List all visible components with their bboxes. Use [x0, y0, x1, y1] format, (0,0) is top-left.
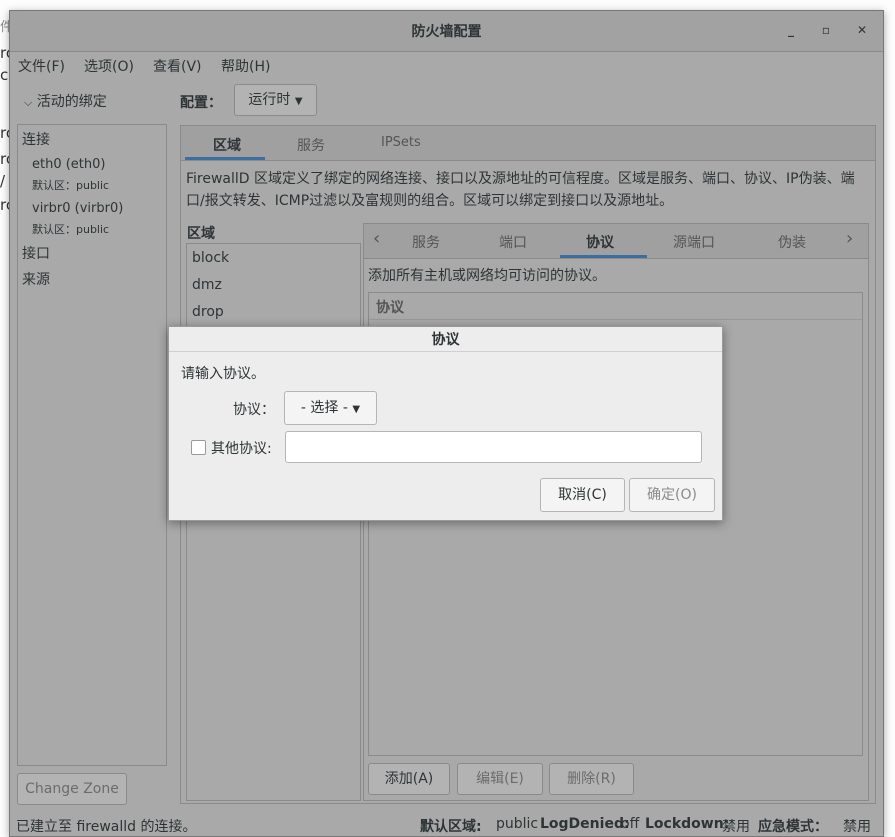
tab-zones[interactable]: 区域 — [213, 135, 241, 155]
other-protocol-checkbox[interactable] — [191, 440, 206, 455]
zone-settings-tabs: ‹ 服务 端口 协议 源端口 伪装 › — [364, 224, 868, 259]
column-header-label: 协议 — [376, 300, 404, 316]
connection-status: 已建立至 firewalld 的连接。 — [16, 819, 197, 835]
maximize-icon[interactable]: ▫ — [817, 21, 835, 39]
connection-item[interactable]: eth0 (eth0) — [32, 157, 106, 172]
cancel-button[interactable]: 取消(C) — [540, 478, 625, 512]
tab-masquerade[interactable]: 伪装 — [778, 232, 806, 252]
other-protocol-label: 其他协议: — [211, 441, 272, 457]
panic-mode-value: 禁用 — [843, 819, 871, 835]
tab-ipsets[interactable]: IPSets — [381, 135, 421, 150]
default-zone-value: public — [496, 816, 539, 832]
default-zone-label: 默认区域: — [420, 819, 482, 835]
dropdown-arrow-icon: ▼ — [294, 96, 303, 107]
add-protocol-button[interactable]: 添加(A) — [368, 763, 450, 795]
zones-header: 区域 — [187, 226, 215, 242]
protocol-select[interactable]: - 选择 - ▼ — [284, 391, 377, 425]
log-denied-label: LogDenied: — [540, 816, 630, 832]
interfaces-header[interactable]: 接口 — [22, 243, 50, 263]
chevron-right-icon[interactable]: › — [846, 228, 853, 249]
ok-button[interactable]: 确定(O) — [629, 478, 715, 512]
menu-file[interactable]: 文件(F) — [18, 56, 65, 76]
log-denied-value: off — [621, 816, 640, 832]
main-tabs: 区域 服务 IPSets — [181, 126, 875, 161]
active-bindings-expander[interactable]: ⌵ 活动的绑定 — [24, 91, 107, 111]
config-select-value: 运行时 — [248, 92, 291, 108]
connection-zone: 默认区：public — [32, 179, 110, 192]
background-text: / — [0, 172, 6, 190]
minimize-icon[interactable]: _ — [782, 21, 800, 39]
tab-protocols[interactable]: 协议 — [586, 232, 614, 252]
window-title: 防火墙配置 — [411, 24, 482, 40]
title-bar[interactable]: 防火墙配置 _ ▫ ✕ — [10, 11, 883, 52]
sources-header[interactable]: 来源 — [22, 269, 50, 289]
remove-protocol-button[interactable]: 删除(R) — [549, 763, 634, 795]
dialog-title-separator — [169, 351, 722, 352]
protocol-dialog: 协议 请输入协议。 协议： - 选择 - ▼ 其他协议: 取消(C) 确定(O) — [168, 326, 723, 521]
zone-description: FirewallD 区域定义了绑定的网络连接、接口以及源地址的可信程度。区域是服… — [186, 171, 855, 209]
close-icon[interactable]: ✕ — [853, 21, 871, 39]
protocol-select-value: - 选择 - — [300, 400, 348, 416]
protocol-label: 协议： — [233, 402, 275, 418]
list-item[interactable]: dmz — [192, 277, 222, 293]
edit-protocol-button[interactable]: 编辑(E) — [457, 763, 543, 795]
bindings-sidebar: 连接 eth0 (eth0) 默认区：public virbr0 (virbr0… — [17, 124, 167, 766]
status-bar: 已建立至 firewalld 的连接。 默认区域: public LogDeni… — [10, 811, 883, 836]
config-select[interactable]: 运行时 ▼ — [234, 84, 317, 116]
menu-view[interactable]: 查看(V) — [153, 56, 202, 76]
lockdown-value: 禁用 — [722, 819, 750, 835]
tab-source-ports[interactable]: 源端口 — [673, 232, 715, 252]
panic-mode-label: 应急模式： — [758, 819, 828, 835]
tab-services[interactable]: 服务 — [412, 232, 440, 252]
connection-item[interactable]: virbr0 (virbr0) — [32, 201, 123, 216]
menu-help[interactable]: 帮助(H) — [221, 56, 270, 76]
connections-header[interactable]: 连接 — [22, 129, 50, 149]
tab-services[interactable]: 服务 — [297, 135, 325, 155]
other-protocol-input[interactable] — [285, 431, 702, 463]
active-tab-indicator — [185, 157, 265, 160]
config-label: 配置： — [180, 95, 222, 111]
menu-options[interactable]: 选项(O) — [84, 56, 134, 76]
menu-bar: 文件(F) 选项(O) 查看(V) 帮助(H) — [10, 52, 883, 78]
expander-label: 活动的绑定 — [36, 94, 107, 110]
dropdown-arrow-icon: ▼ — [352, 404, 361, 415]
change-zone-button[interactable]: Change Zone — [17, 773, 127, 805]
chevron-down-icon: ⌵ — [24, 96, 33, 109]
dialog-prompt: 请输入协议。 — [181, 366, 265, 382]
list-item[interactable]: block — [192, 250, 229, 266]
list-item[interactable]: drop — [192, 304, 224, 320]
active-tab-indicator — [560, 255, 647, 258]
dialog-title: 协议 — [431, 332, 460, 348]
chevron-left-icon[interactable]: ‹ — [373, 228, 380, 249]
tab-ports[interactable]: 端口 — [499, 232, 527, 252]
connection-zone: 默认区：public — [32, 223, 110, 236]
protocols-column-header[interactable]: 协议 — [369, 293, 862, 320]
lockdown-label: Lockdown: — [645, 816, 730, 832]
protocols-description: 添加所有主机或网络均可访问的协议。 — [368, 268, 606, 284]
